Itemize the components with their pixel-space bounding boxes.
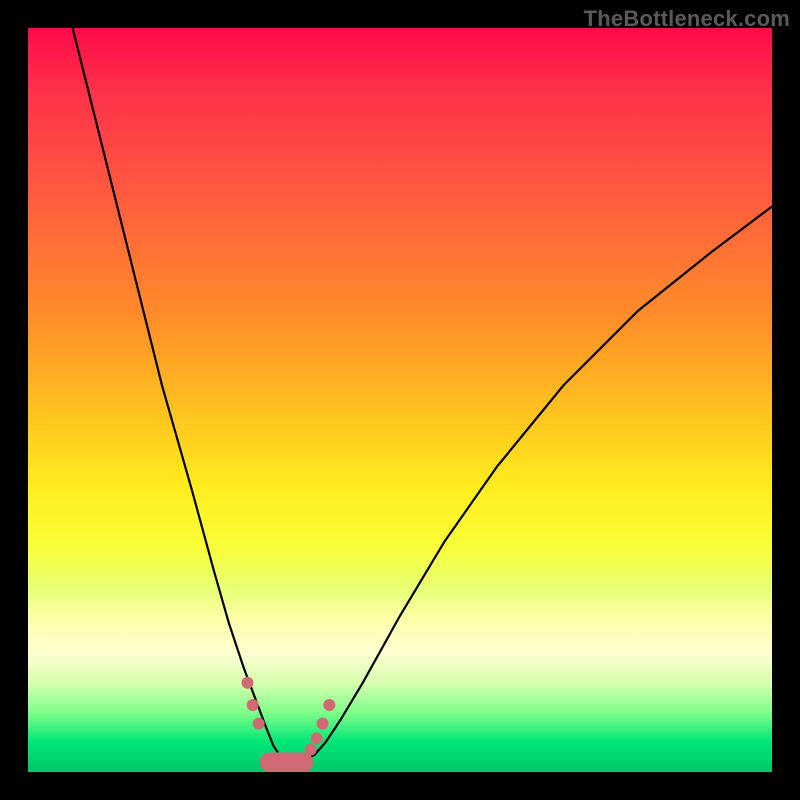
chart-frame: TheBottleneck.com bbox=[0, 0, 800, 800]
curve-layer bbox=[28, 28, 772, 772]
plot-area bbox=[28, 28, 772, 772]
highlight-dot bbox=[311, 733, 323, 745]
highlight-dot bbox=[241, 677, 253, 689]
bottleneck-curve bbox=[73, 28, 772, 763]
highlight-dot bbox=[247, 699, 259, 711]
highlight-dot bbox=[271, 754, 283, 766]
highlight-dot bbox=[323, 699, 335, 711]
highlight-dot bbox=[305, 744, 317, 756]
highlight-dot bbox=[290, 754, 302, 766]
highlight-dot bbox=[253, 718, 265, 730]
highlight-dot bbox=[317, 718, 329, 730]
